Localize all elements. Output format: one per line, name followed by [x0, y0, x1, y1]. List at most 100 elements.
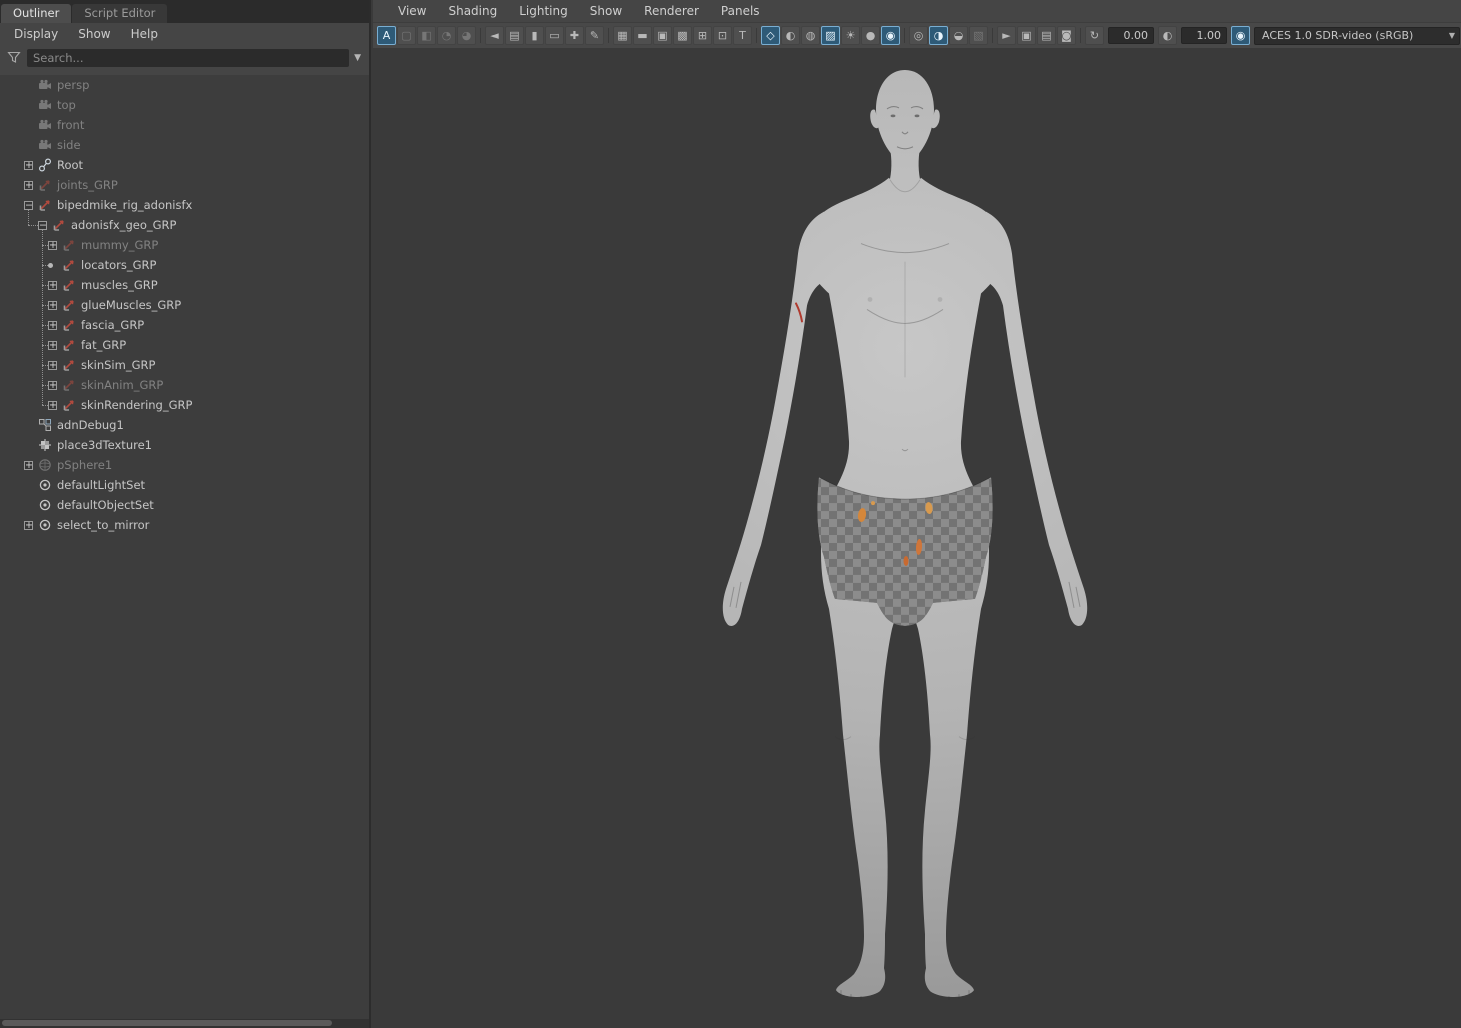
node-label: mummy_GRP — [81, 238, 159, 252]
exposure-icon[interactable]: ↻ — [1085, 26, 1104, 45]
ssao-icon[interactable]: ◉ — [881, 26, 900, 45]
expand-toggle[interactable]: + — [48, 400, 57, 410]
gate-mask-icon[interactable]: ▩ — [673, 26, 692, 45]
viewport-menu-panels[interactable]: Panels — [710, 4, 771, 18]
two-d-pan-zoom-icon[interactable]: ✚ — [565, 26, 584, 45]
grid-icon[interactable]: ▦ — [613, 26, 632, 45]
outliner-row[interactable]: persp — [0, 75, 369, 95]
outliner-row[interactable]: place3dTexture1 — [0, 435, 369, 455]
outliner-row[interactable]: adnDebug1 — [0, 415, 369, 435]
expand-toggle[interactable]: + — [24, 520, 33, 530]
outliner-row[interactable]: + Root — [0, 155, 369, 175]
shadows-icon[interactable]: ● — [861, 26, 880, 45]
camera-attributes-icon[interactable]: ▤ — [505, 26, 524, 45]
viewport-menu-renderer[interactable]: Renderer — [633, 4, 710, 18]
tab-outliner[interactable]: Outliner — [1, 4, 72, 23]
expand-toggle[interactable]: + — [24, 160, 33, 170]
isolate-select-icon[interactable]: ► — [997, 26, 1016, 45]
hardware-light-icon[interactable]: ◕ — [457, 26, 476, 45]
expand-toggle[interactable]: − — [24, 200, 33, 210]
expand-toggle[interactable]: + — [48, 280, 57, 290]
wireframe-on-shaded-icon[interactable]: ▢ — [397, 26, 416, 45]
outliner-row[interactable]: + skinAnim_GRP — [0, 375, 369, 395]
fog-icon[interactable]: ▧ — [969, 26, 988, 45]
outliner-row[interactable]: + glueMuscles_GRP — [0, 295, 369, 315]
outliner-row[interactable]: defaultObjectSet — [0, 495, 369, 515]
viewport-menu-show[interactable]: Show — [579, 4, 633, 18]
menu-display[interactable]: Display — [4, 27, 68, 41]
panel-focus-a-icon[interactable]: A — [377, 26, 396, 45]
expand-toggle[interactable]: + — [48, 320, 57, 330]
expand-toggle[interactable]: + — [48, 380, 57, 390]
hardware-texture-icon[interactable]: ◔ — [437, 26, 456, 45]
search-options-arrow-icon[interactable]: ▼ — [354, 53, 363, 63]
shaded-cube-icon[interactable]: ◇ — [761, 26, 780, 45]
field-chart-icon[interactable]: ⊞ — [693, 26, 712, 45]
filter-icon[interactable] — [6, 50, 22, 65]
view-transform-icon[interactable]: ◉ — [1231, 26, 1250, 45]
film-gate-icon[interactable]: ▬ — [633, 26, 652, 45]
outliner-row[interactable]: + select_to_mirror — [0, 515, 369, 535]
outliner-row[interactable]: + skinRendering_GRP — [0, 395, 369, 415]
outliner-row[interactable]: front — [0, 115, 369, 135]
outliner-row[interactable]: + pSphere1 — [0, 455, 369, 475]
outliner-row[interactable]: + mummy_GRP — [0, 235, 369, 255]
outliner-search-row: ▼ — [0, 44, 369, 75]
safe-action-icon[interactable]: ⊡ — [713, 26, 732, 45]
safe-title-icon[interactable]: T — [733, 26, 752, 45]
use-all-lights-icon[interactable]: ☀ — [841, 26, 860, 45]
outliner-row[interactable]: top — [0, 95, 369, 115]
expand-toggle[interactable]: + — [24, 180, 33, 190]
outliner-row[interactable]: − adonisfx_geo_GRP — [0, 215, 369, 235]
multisample-icon[interactable]: ◑ — [929, 26, 948, 45]
default-material-icon[interactable]: ◧ — [417, 26, 436, 45]
outliner-row[interactable]: + fat_GRP — [0, 335, 369, 355]
viewport-menu-lighting[interactable]: Lighting — [508, 4, 579, 18]
scrollbar-thumb[interactable] — [2, 1020, 332, 1026]
outliner-row[interactable]: side — [0, 135, 369, 155]
outliner-row[interactable]: locators_GRP — [0, 255, 369, 275]
bookmark-icon[interactable]: ▮ — [525, 26, 544, 45]
search-input[interactable] — [27, 48, 350, 67]
outliner-row[interactable]: + joints_GRP — [0, 175, 369, 195]
node-label: pSphere1 — [57, 458, 113, 472]
expand-toggle[interactable]: + — [48, 360, 57, 370]
outliner-horizontal-scrollbar[interactable] — [0, 1019, 369, 1028]
expand-toggle[interactable]: + — [48, 300, 57, 310]
toolbar-separator — [480, 28, 481, 43]
depth-of-field-icon[interactable]: ◒ — [949, 26, 968, 45]
viewport-canvas[interactable] — [373, 48, 1461, 1028]
exposure-field[interactable] — [1108, 27, 1154, 44]
expand-toggle[interactable]: − — [38, 220, 47, 230]
image-plane-icon[interactable]: ▭ — [545, 26, 564, 45]
select-camera-icon[interactable]: ◄ — [485, 26, 504, 45]
menu-show[interactable]: Show — [68, 27, 120, 41]
viewport-menu-view[interactable]: View — [387, 4, 437, 18]
textured-icon[interactable]: ▨ — [821, 26, 840, 45]
gamma-field[interactable] — [1181, 27, 1227, 44]
outliner-row[interactable]: − bipedmike_rig_adonisfx — [0, 195, 369, 215]
motion-blur-icon[interactable]: ◎ — [909, 26, 928, 45]
copy-snapshot-icon[interactable]: ▣ — [1017, 26, 1036, 45]
viewport-menu-shading[interactable]: Shading — [437, 4, 508, 18]
expand-toggle[interactable]: + — [48, 340, 57, 350]
wireframe-sphere-icon[interactable]: ◍ — [801, 26, 820, 45]
tab-script-editor[interactable]: Script Editor — [72, 4, 168, 23]
view-transform-dropdown[interactable]: ACES 1.0 SDR-video (sRGB) ▼ — [1254, 26, 1460, 45]
grease-pencil-icon[interactable]: ✎ — [585, 26, 604, 45]
smooth-shade-icon[interactable]: ◐ — [781, 26, 800, 45]
menu-help[interactable]: Help — [121, 27, 168, 41]
snapshot-image-icon[interactable]: ◙ — [1057, 26, 1076, 45]
outliner-row[interactable]: + fascia_GRP — [0, 315, 369, 335]
gamma-icon[interactable]: ◐ — [1158, 26, 1177, 45]
expand-toggle[interactable]: + — [24, 460, 33, 470]
node-label: skinRendering_GRP — [81, 398, 193, 412]
resolution-gate-icon[interactable]: ▣ — [653, 26, 672, 45]
outliner-row[interactable]: defaultLightSet — [0, 475, 369, 495]
paste-snapshot-icon[interactable]: ▤ — [1037, 26, 1056, 45]
outliner-row[interactable]: + muscles_GRP — [0, 275, 369, 295]
outliner-row[interactable]: + skinSim_GRP — [0, 355, 369, 375]
human-body-model[interactable] — [373, 48, 1461, 1028]
expand-toggle[interactable]: + — [48, 240, 57, 250]
